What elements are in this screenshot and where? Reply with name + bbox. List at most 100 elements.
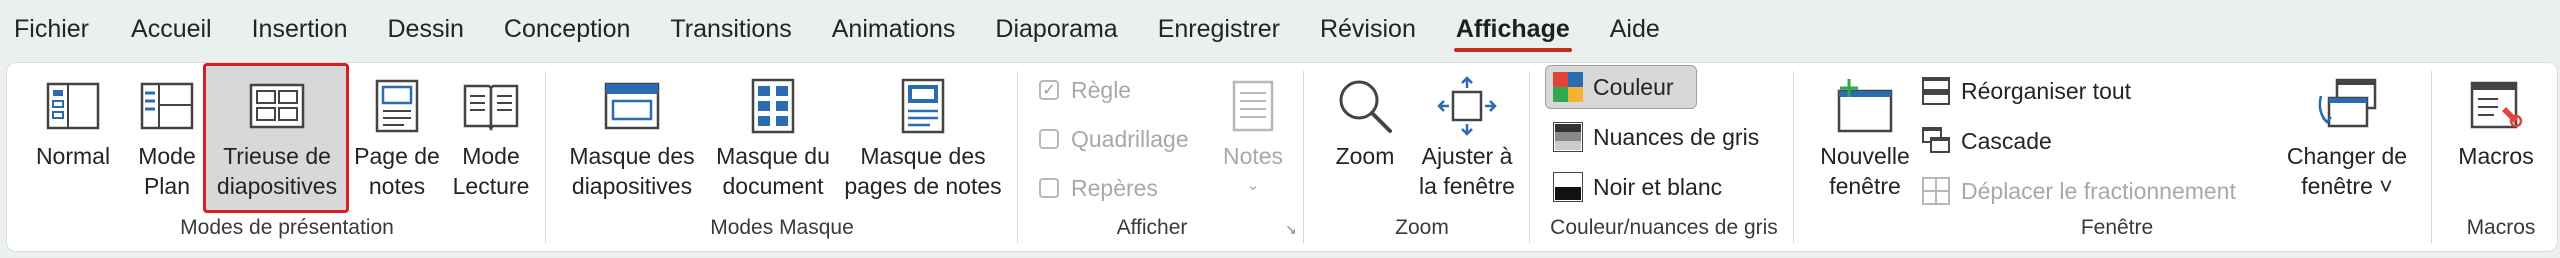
guides-label: Repères xyxy=(1071,174,1158,201)
color-label: Couleur xyxy=(1593,73,1674,100)
notes-toggle-button[interactable]: Notes ⌄ xyxy=(1213,69,1293,209)
plan-label-line2: Plan xyxy=(143,173,191,199)
gridlines-label: Quadrillage xyxy=(1071,125,1189,152)
move-split-button[interactable]: Déplacer le fractionnement xyxy=(1921,171,2236,211)
menu-insertion[interactable]: Insertion xyxy=(250,0,350,58)
notes-master-button[interactable]: Masque des pages de notes xyxy=(843,69,1003,209)
menu-enregistrer[interactable]: Enregistrer xyxy=(1156,0,1282,58)
menu-affichage[interactable]: Affichage xyxy=(1453,0,1572,58)
ruler-label: Règle xyxy=(1071,76,1132,103)
guides-check-icon xyxy=(1039,178,1059,198)
fit-window-icon xyxy=(1437,75,1497,137)
lecture-label-line2: Lecture xyxy=(452,173,530,199)
menu-animations[interactable]: Animations xyxy=(830,0,958,58)
notes-label-line1: Page de xyxy=(354,143,440,169)
notes-page-icon xyxy=(374,75,420,137)
color-button[interactable]: Couleur xyxy=(1553,67,1674,107)
masque-diapo-line2: diapositives xyxy=(571,173,693,199)
masque-notes-line1: Masque des xyxy=(860,143,986,169)
slide-master-button[interactable]: Masque des diapositives xyxy=(559,69,705,209)
separator xyxy=(2431,71,2432,243)
grayscale-button[interactable]: Nuances de gris xyxy=(1553,117,1759,157)
ajuster-label-line2: la fenêtre xyxy=(1419,173,1515,199)
move-split-icon xyxy=(1921,176,1951,206)
macros-label: Macros xyxy=(2458,143,2534,169)
zoom-label: Zoom xyxy=(1335,143,1395,169)
new-window-button[interactable]: Nouvelle fenêtre xyxy=(1807,69,1923,209)
masque-document-line2: document xyxy=(722,173,824,199)
slide-master-icon xyxy=(603,75,661,137)
group-label-presentation: Modes de présentation xyxy=(180,216,394,239)
menu-transitions[interactable]: Transitions xyxy=(668,0,793,58)
separator xyxy=(1303,71,1304,243)
zoom-button[interactable]: Zoom xyxy=(1317,69,1413,209)
grayscale-icon xyxy=(1553,122,1583,152)
plan-view-button[interactable]: Mode Plan xyxy=(127,69,207,209)
outline-view-icon xyxy=(139,75,195,137)
ajuster-label-line1: Ajuster à xyxy=(1421,143,1513,169)
gridlines-checkbox[interactable]: Quadrillage xyxy=(1039,122,1189,156)
group-label-couleur: Couleur/nuances de gris xyxy=(1550,216,1778,239)
menu-diaporama[interactable]: Diaporama xyxy=(993,0,1119,58)
handout-master-button[interactable]: Masque du document xyxy=(707,69,839,209)
cascade-button[interactable]: Cascade xyxy=(1921,121,2052,161)
switch-windows-button[interactable]: Changer de fenêtre ˅ xyxy=(2277,69,2417,209)
separator xyxy=(1529,71,1530,243)
macros-icon xyxy=(2466,75,2526,137)
group-label-masque: Modes Masque xyxy=(710,216,854,239)
magnifier-icon xyxy=(1335,75,1395,137)
fit-to-window-button[interactable]: Ajuster à la fenêtre xyxy=(1407,69,1527,209)
menu-fichier[interactable]: Fichier xyxy=(12,0,91,58)
menu-dessin[interactable]: Dessin xyxy=(386,0,466,58)
changer-label-line2: fenêtre ˅ xyxy=(2301,173,2393,199)
menu-revision[interactable]: Révision xyxy=(1318,0,1418,58)
group-label-fenetre: Fenêtre xyxy=(2080,216,2154,239)
slide-sorter-button[interactable]: Trieuse de diapositives xyxy=(207,69,347,209)
gridlines-check-icon xyxy=(1039,129,1059,149)
masque-diapo-line1: Masque des xyxy=(569,143,695,169)
group-label-afficher: Afficher xyxy=(1116,216,1188,239)
separator xyxy=(545,71,546,243)
black-white-icon xyxy=(1553,172,1583,202)
separator xyxy=(1793,71,1794,243)
notes-toggle-label: Notes xyxy=(1222,143,1284,169)
group-label-macros: Macros xyxy=(2466,216,2536,239)
notes-master-icon xyxy=(900,75,946,137)
changer-label-line1: Changer de xyxy=(2286,143,2408,169)
ruler-checkbox[interactable]: ✓ Règle xyxy=(1039,73,1131,107)
black-white-label: Noir et blanc xyxy=(1593,173,1723,200)
menu-accueil[interactable]: Accueil xyxy=(129,0,214,58)
new-window-icon xyxy=(1835,75,1895,137)
color-palette-icon xyxy=(1553,72,1583,102)
group-label-zoom: Zoom xyxy=(1395,216,1449,239)
macros-button[interactable]: Macros xyxy=(2441,69,2551,209)
menu-conception[interactable]: Conception xyxy=(502,0,632,58)
move-split-label: Déplacer le fractionnement xyxy=(1961,177,2236,204)
normal-view-icon xyxy=(45,75,101,137)
reading-view-icon xyxy=(461,75,521,137)
black-white-button[interactable]: Noir et blanc xyxy=(1553,167,1722,207)
switch-windows-icon xyxy=(2315,75,2379,137)
notes-label-line2: notes xyxy=(368,173,426,199)
dialog-launcher-icon[interactable]: ↘ xyxy=(1285,221,1297,238)
lecture-label-line1: Mode xyxy=(462,143,520,169)
separator xyxy=(1017,71,1018,243)
normal-label: Normal xyxy=(35,143,111,169)
notes-page-button[interactable]: Page de notes xyxy=(349,69,445,209)
menu-aide[interactable]: Aide xyxy=(1608,0,1662,58)
grayscale-label: Nuances de gris xyxy=(1593,123,1760,150)
cascade-icon xyxy=(1921,126,1951,156)
arrange-all-icon xyxy=(1921,76,1951,106)
normal-view-button[interactable]: Normal xyxy=(23,69,123,209)
guides-checkbox[interactable]: Repères xyxy=(1039,171,1158,205)
ribbon-panel: Normal Mode Plan Trieuse de diapositives… xyxy=(6,62,2558,252)
nouvelle-label-line1: Nouvelle xyxy=(1820,143,1910,169)
plan-label-line1: Mode xyxy=(138,143,196,169)
notes-icon xyxy=(1231,75,1275,137)
masque-document-line1: Masque du xyxy=(716,143,830,169)
cascade-label: Cascade xyxy=(1961,127,2052,154)
arrange-all-button[interactable]: Réorganiser tout xyxy=(1921,71,2131,111)
ruler-check-icon: ✓ xyxy=(1039,80,1059,100)
chevron-down-icon: ⌄ xyxy=(1246,177,1260,194)
reading-view-button[interactable]: Mode Lecture xyxy=(443,69,539,209)
